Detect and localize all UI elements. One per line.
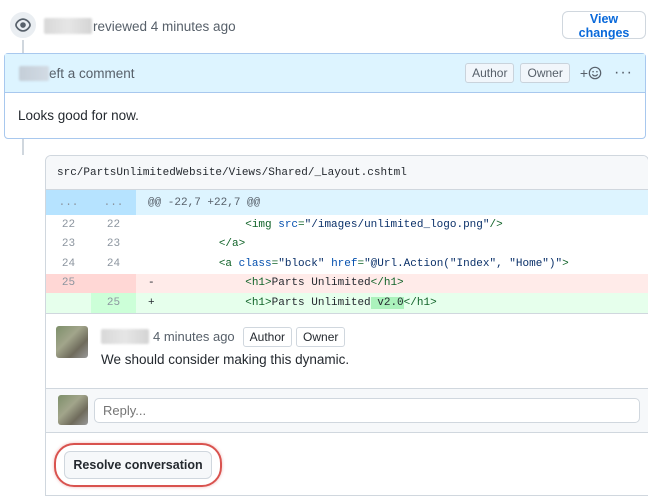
file-path[interactable]: src/PartsUnlimitedWebsite/Views/Shared/_… xyxy=(46,156,648,190)
redacted-username xyxy=(101,329,149,344)
code-token: <img xyxy=(245,218,279,231)
code-token: = xyxy=(271,257,279,270)
code-token: Parts Unlimited xyxy=(271,296,371,309)
more-options-icon[interactable]: ··· xyxy=(614,64,633,82)
avatar[interactable] xyxy=(56,325,88,358)
eye-icon xyxy=(8,10,38,40)
smiley-icon xyxy=(588,66,602,80)
add-reaction-button[interactable]: + xyxy=(580,65,602,81)
code-token: </h1> xyxy=(370,277,404,290)
code-line: + <h1> Parts Unlimited v2.0 </h1> xyxy=(136,293,648,313)
comment-time[interactable]: 4 minutes ago xyxy=(153,329,235,344)
code-token: "/images/unlimited_logo.png" xyxy=(304,218,490,231)
hunk-expander-right[interactable]: ... xyxy=(91,190,136,215)
review-action-text: reviewed 4 minutes ago xyxy=(93,18,236,34)
resolve-highlight: Resolve conversation xyxy=(54,443,222,487)
diff-line-ctx: 22 22 <img src = "/images/unlimited_logo.pn… xyxy=(46,215,648,235)
diff-line-ctx: 24 24 <a class = "block" href = "@Url.Action(… xyxy=(46,254,648,274)
code-token: </h1> xyxy=(403,296,437,309)
thread-comment-text: We should consider making this dynamic. xyxy=(101,351,350,367)
author-label: Author xyxy=(465,63,515,83)
code-token: href xyxy=(331,257,358,270)
redacted-username xyxy=(44,18,92,34)
diff-sign: + xyxy=(148,296,155,309)
line-number-old[interactable]: 22 xyxy=(46,215,91,235)
reply-input[interactable] xyxy=(94,398,640,423)
code-token: class xyxy=(238,257,272,270)
code-token: > xyxy=(562,257,569,270)
thread-comment: 4 minutes ago Author Owner We should con… xyxy=(46,312,648,385)
code-token: = xyxy=(357,257,365,270)
reply-area xyxy=(46,388,648,433)
review-comment: eft a comment Author Owner + ··· Looks g… xyxy=(4,53,646,139)
code-line: <img src = "/images/unlimited_logo.png"/> xyxy=(136,215,648,235)
line-number-new[interactable]: 22 xyxy=(91,215,136,235)
diff-sign xyxy=(136,258,166,270)
line-number-old[interactable]: 24 xyxy=(46,254,91,274)
code-token: <h1> xyxy=(245,277,272,290)
line-number-new[interactable]: 25 xyxy=(91,293,136,313)
code-token: src xyxy=(278,218,299,231)
code-line: - <h1> Parts Unlimited </h1> xyxy=(136,274,648,294)
hunk-header: @@ -22,7 +22,7 @@ xyxy=(148,196,261,209)
code-token: <h1> xyxy=(245,296,272,309)
line-number-old[interactable] xyxy=(46,293,91,313)
code-line: </a> xyxy=(136,235,648,255)
hunk-expander-left[interactable]: ... xyxy=(46,190,91,215)
diff-sign: - xyxy=(148,277,155,290)
resolve-conversation-button[interactable]: Resolve conversation xyxy=(64,451,212,479)
plus-text: + xyxy=(579,65,589,81)
author-label: Author xyxy=(242,326,293,347)
line-number-new[interactable] xyxy=(91,273,136,293)
code-token: </a> xyxy=(218,238,246,251)
review-thread: src/PartsUnlimitedWebsite/Views/Shared/_… xyxy=(45,155,648,496)
diff-table: ... ... @@ -22,7 +22,7 @@ 22 22 <img src =… xyxy=(46,190,648,313)
diff-line-ctx: 23 23 </a> xyxy=(46,235,648,255)
comment-header: eft a comment Author Owner + ··· xyxy=(5,54,645,93)
diff-sign xyxy=(136,219,166,231)
diff-line-del: 25 - <h1> Parts Unlimited </h1> xyxy=(46,273,648,294)
comment-action-text: eft a comment xyxy=(49,65,135,81)
line-number-old[interactable]: 23 xyxy=(46,235,91,255)
current-user-avatar xyxy=(58,395,88,425)
line-number-new[interactable]: 24 xyxy=(91,254,136,274)
code-token: = xyxy=(298,218,305,231)
code-token: /> xyxy=(489,218,503,231)
thread-comment-meta: 4 minutes ago Author Owner xyxy=(101,326,346,347)
code-token: Parts Unlimited xyxy=(271,277,371,290)
code-token: "@Url.Action("Index", "Home")" xyxy=(364,257,563,270)
owner-label: Owner xyxy=(520,63,570,83)
comment-body: Looks good for now. xyxy=(18,108,139,123)
thread-connector xyxy=(22,139,24,155)
redacted-username xyxy=(19,65,49,81)
line-number-new[interactable]: 23 xyxy=(91,235,136,255)
line-number-old[interactable]: 25 xyxy=(46,273,91,293)
code-token: "block" xyxy=(278,257,332,270)
view-changes-button[interactable]: View changes xyxy=(562,11,646,40)
diff-sign xyxy=(136,238,166,250)
code-token: v2.0 xyxy=(370,296,404,309)
owner-label: Owner xyxy=(296,326,346,347)
diff-line-add: 25 + <h1> Parts Unlimited v2.0 </h1> xyxy=(46,293,648,313)
code-token: <a xyxy=(218,257,239,270)
review-header: reviewed 4 minutes ago xyxy=(44,15,236,37)
code-line: <a class = "block" href = "@Url.Action("Inde… xyxy=(136,254,648,274)
diff-hunk-row: ... ... @@ -22,7 +22,7 @@ xyxy=(46,190,648,215)
